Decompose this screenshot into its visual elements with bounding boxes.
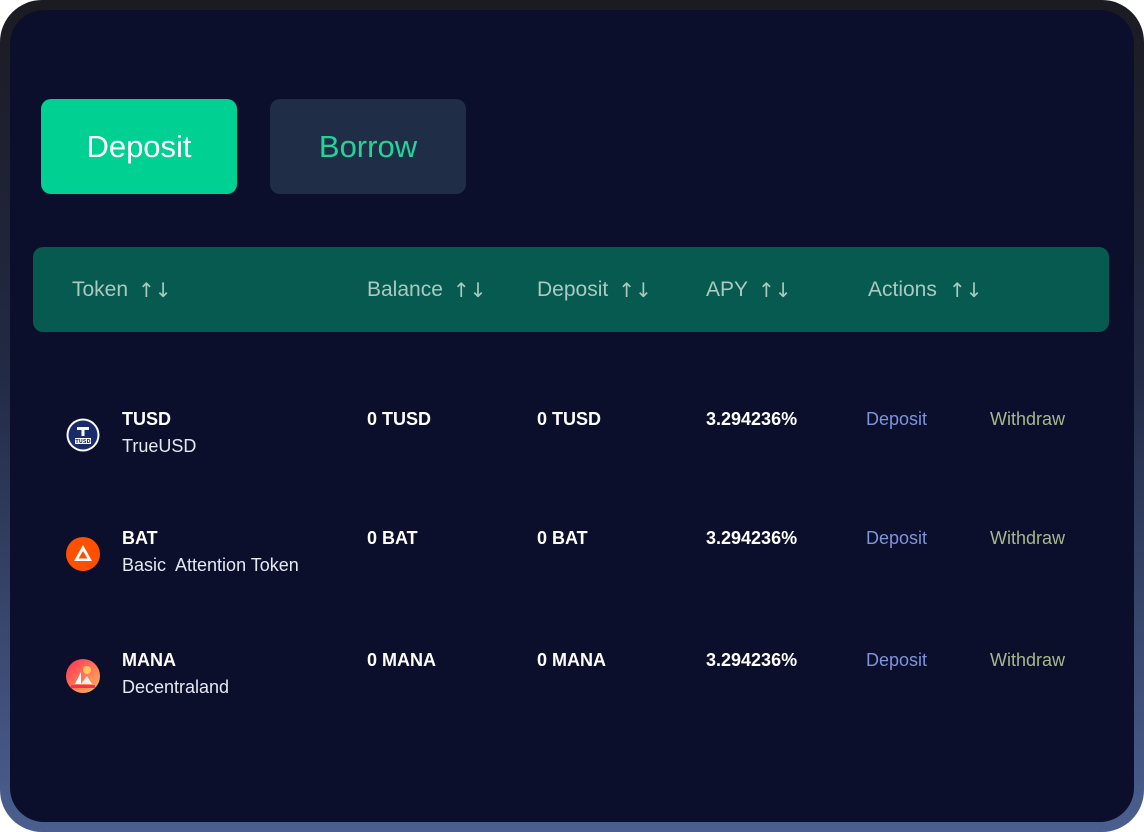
app-frame: Deposit Borrow Token ↑↓ Balance ↑↓ Depos… (0, 0, 1144, 832)
deposit-value: 0 BAT (537, 528, 588, 548)
sort-arrows-icon: ↑↓ (758, 277, 792, 302)
table-row: TUSD TUSD TrueUSD 0 TUSD 0 TUSD 3.294236… (10, 409, 1134, 488)
sort-arrows-icon: ↑↓ (618, 277, 652, 302)
main-panel: Deposit Borrow Token ↑↓ Balance ↑↓ Depos… (10, 10, 1134, 822)
tusd-icon: TUSD (66, 418, 100, 452)
deposit-value: 0 MANA (537, 650, 607, 670)
table-row: MANA Decentraland 0 MANA 0 MANA 3.294236… (10, 650, 1134, 729)
apy-value: 3.294236% (706, 528, 798, 548)
column-header-token[interactable]: Token ↑↓ (72, 247, 172, 332)
mana-icon (66, 659, 100, 693)
column-header-token-label: Token (72, 277, 129, 301)
token-symbol: TUSD (122, 409, 171, 429)
sort-arrows-icon: ↑↓ (138, 277, 172, 302)
balance-value: 0 BAT (367, 528, 418, 548)
balance-value: 0 MANA (367, 650, 437, 670)
token-name: Decentraland (122, 677, 230, 697)
column-header-balance-label: Balance (367, 277, 443, 301)
deposit-link[interactable]: Deposit (866, 528, 927, 549)
table-header: Token ↑↓ Balance ↑↓ Deposit ↑↓ APY ↑↓ Ac… (33, 247, 1109, 332)
withdraw-link[interactable]: Withdraw (990, 528, 1065, 549)
withdraw-link[interactable]: Withdraw (990, 650, 1065, 671)
table-row: BAT Basic Attention Token 0 BAT 0 BAT 3.… (10, 528, 1134, 607)
svg-text:TUSD: TUSD (75, 439, 90, 445)
token-symbol: MANA (122, 650, 176, 670)
deposit-link[interactable]: Deposit (866, 650, 927, 671)
sort-arrows-icon: ↑↓ (948, 277, 983, 302)
apy-value: 3.294236% (706, 409, 798, 429)
token-name: Basic Attention Token (122, 555, 299, 575)
column-header-balance[interactable]: Balance ↑↓ (367, 247, 486, 332)
apy-value: 3.294236% (706, 650, 798, 670)
deposit-link[interactable]: Deposit (866, 409, 927, 430)
column-header-apy[interactable]: APY ↑↓ (706, 247, 792, 332)
sort-arrows-icon: ↑↓ (452, 277, 487, 302)
token-symbol: BAT (122, 528, 158, 548)
column-header-actions[interactable]: Actions ↑↓ (868, 247, 982, 332)
balance-value: 0 TUSD (367, 409, 432, 429)
column-header-deposit-label: Deposit (537, 277, 609, 301)
tab-borrow[interactable]: Borrow (270, 99, 466, 194)
token-name: TrueUSD (122, 436, 197, 456)
column-header-actions-label: Actions (868, 277, 937, 301)
bat-icon (66, 537, 100, 571)
tab-deposit[interactable]: Deposit (41, 99, 237, 194)
deposit-value: 0 TUSD (537, 409, 602, 429)
column-header-deposit[interactable]: Deposit ↑↓ (537, 247, 652, 332)
column-header-apy-label: APY (706, 277, 749, 301)
withdraw-link[interactable]: Withdraw (990, 409, 1065, 430)
